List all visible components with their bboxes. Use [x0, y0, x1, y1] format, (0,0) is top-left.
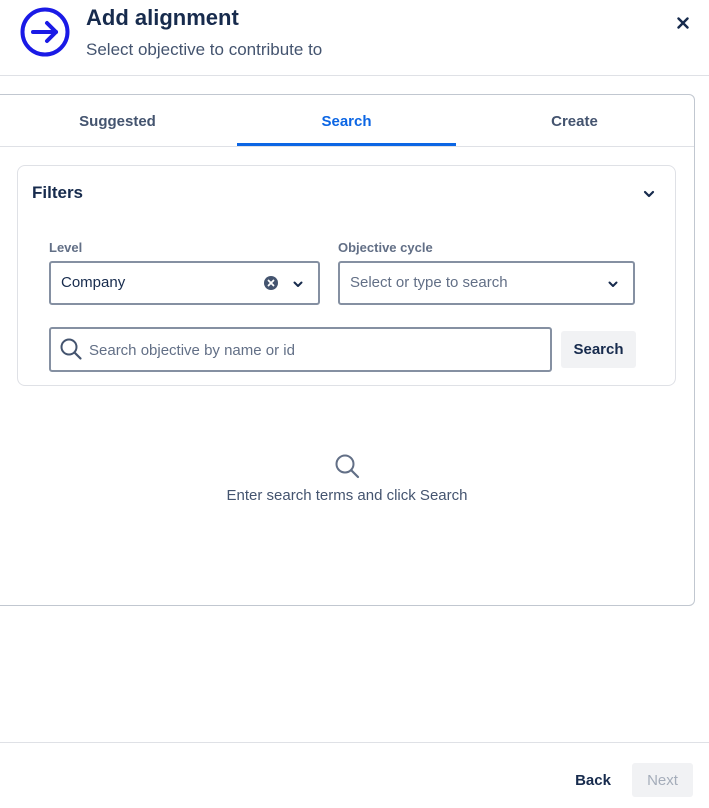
chevron-down-icon: [608, 281, 618, 287]
close-icon: [677, 17, 689, 29]
level-select-value: Company: [61, 274, 126, 291]
dialog-title: Add alignment: [86, 5, 239, 30]
tab-search[interactable]: Search: [237, 95, 456, 147]
level-select[interactable]: Company: [49, 261, 320, 305]
chevron-down-icon[interactable]: [640, 185, 658, 203]
objective-search-input[interactable]: [89, 338, 539, 362]
filters-panel: Filters Level Company Objective cycle Se…: [17, 165, 676, 386]
close-button[interactable]: [672, 12, 694, 34]
search-button[interactable]: Search: [561, 331, 636, 368]
tab-bar: Suggested Search Create: [0, 95, 694, 147]
objective-cycle-select[interactable]: Select or type to search: [338, 261, 635, 305]
arrow-right-circle-icon: [20, 7, 70, 57]
dialog-footer: Back Next: [0, 742, 709, 808]
level-label: Level: [49, 240, 83, 255]
search-icon: [335, 454, 360, 479]
dialog-subtitle: Select objective to contribute to: [86, 40, 323, 59]
next-button[interactable]: Next: [632, 763, 693, 797]
objective-cycle-placeholder: Select or type to search: [350, 274, 508, 291]
filters-title: Filters: [32, 183, 84, 202]
dialog-header: Add alignment Select objective to contri…: [0, 0, 709, 76]
objective-cycle-label: Objective cycle: [338, 240, 433, 255]
clear-icon[interactable]: [263, 275, 279, 291]
tab-create[interactable]: Create: [465, 95, 684, 147]
objective-search-field[interactable]: [49, 327, 552, 372]
chevron-down-icon: [293, 281, 303, 287]
tab-suggested[interactable]: Suggested: [8, 95, 227, 147]
alignment-panel: Suggested Search Create Filters Level Co…: [0, 94, 695, 606]
empty-state-message: Enter search terms and click Search: [226, 487, 468, 504]
search-icon: [60, 338, 82, 360]
active-tab-indicator: [237, 143, 456, 146]
back-button[interactable]: Back: [563, 763, 623, 797]
